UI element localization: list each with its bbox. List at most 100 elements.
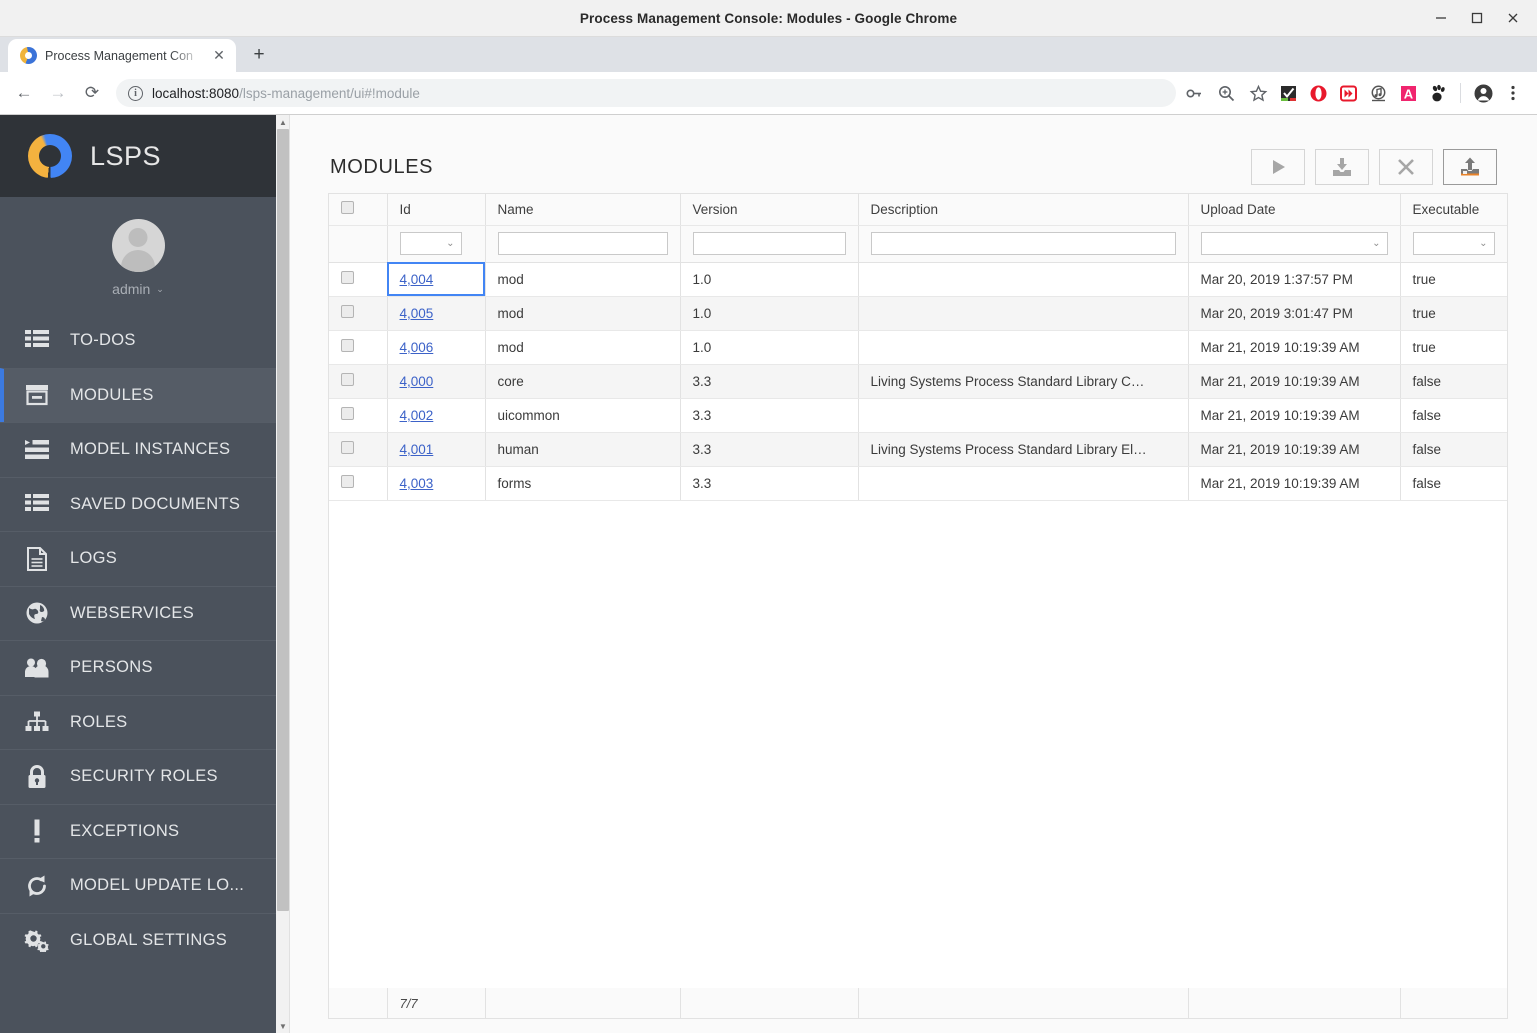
- sidebar-item-security-roles[interactable]: SECURITY ROLES: [0, 749, 276, 804]
- module-id-link[interactable]: 4,006: [400, 340, 434, 355]
- row-select-cell: [329, 262, 388, 297]
- gnome-extension-icon[interactable]: [1424, 79, 1452, 107]
- upload-button[interactable]: [1443, 149, 1497, 185]
- sidebar-item-label: MODEL UPDATE LO...: [70, 876, 245, 895]
- module-id-link[interactable]: 4,002: [400, 408, 434, 423]
- table-row[interactable]: 4,003 forms 3.3 Mar 21, 2019 10:19:39 AM…: [329, 466, 1507, 501]
- cell-id[interactable]: 4,001: [387, 432, 486, 467]
- column-header-version[interactable]: Version: [680, 194, 859, 226]
- letter-a-extension-icon[interactable]: A: [1394, 79, 1422, 107]
- table-row[interactable]: 4,002 uicommon 3.3 Mar 21, 2019 10:19:39…: [329, 398, 1507, 433]
- browser-toolbar: ← → ⟳ i localhost:8080/lsps-management/u…: [0, 72, 1537, 115]
- table-row[interactable]: 4,001 human 3.3 Living Systems Process S…: [329, 432, 1507, 467]
- row-checkbox[interactable]: [341, 407, 354, 420]
- zoom-icon[interactable]: [1212, 79, 1240, 107]
- filter-description-input[interactable]: [870, 232, 1176, 255]
- table-row[interactable]: 4,004 mod 1.0 Mar 20, 2019 1:37:57 PM tr…: [329, 262, 1507, 297]
- chevron-down-icon: ⌄: [1479, 238, 1488, 249]
- column-header-name[interactable]: Name: [485, 194, 681, 226]
- key-icon[interactable]: [1180, 79, 1208, 107]
- table-row[interactable]: 4,006 mod 1.0 Mar 21, 2019 10:19:39 AM t…: [329, 330, 1507, 365]
- main-content: MODULES Id Name Version Description Uplo…: [290, 115, 1537, 1033]
- star-icon[interactable]: [1244, 79, 1272, 107]
- cell-id[interactable]: 4,004: [387, 262, 486, 297]
- music-extension-icon[interactable]: [1364, 79, 1392, 107]
- opera-extension-icon[interactable]: [1304, 79, 1332, 107]
- run-button[interactable]: [1251, 149, 1305, 185]
- download-button[interactable]: [1315, 149, 1369, 185]
- sidebar-item-to-dos[interactable]: TO-DOS: [0, 313, 276, 368]
- sidebar-item-saved-documents[interactable]: SAVED DOCUMENTS: [0, 476, 276, 532]
- window-close-button[interactable]: [1495, 3, 1531, 33]
- sidebar-navigation: TO-DOS MODULES MODEL INSTANCES SAVED DOC…: [0, 313, 276, 1033]
- profile-avatar-icon[interactable]: [1469, 79, 1497, 107]
- row-checkbox[interactable]: [341, 339, 354, 352]
- sidebar-item-model-update-log[interactable]: MODEL UPDATE LO...: [0, 858, 276, 913]
- delete-button[interactable]: [1379, 149, 1433, 185]
- cell-id[interactable]: 4,000: [387, 364, 486, 399]
- module-id-link[interactable]: 4,001: [400, 442, 434, 457]
- checkbox-extension-icon[interactable]: [1274, 79, 1302, 107]
- forward-media-extension-icon[interactable]: [1334, 79, 1362, 107]
- filter-version-input[interactable]: [692, 232, 846, 255]
- reload-icon[interactable]: ⟳: [76, 77, 108, 109]
- module-id-link[interactable]: 4,004: [400, 272, 434, 287]
- filter-id-select[interactable]: ⌄: [399, 232, 462, 255]
- scrollbar-thumb[interactable]: [277, 129, 289, 911]
- table-row[interactable]: 4,005 mod 1.0 Mar 20, 2019 3:01:47 PM tr…: [329, 296, 1507, 331]
- back-icon[interactable]: ←: [8, 77, 40, 109]
- new-tab-button[interactable]: +: [244, 40, 274, 70]
- sidebar-item-logs[interactable]: LOGS: [0, 531, 276, 586]
- sidebar-item-roles[interactable]: ROLES: [0, 694, 276, 750]
- select-all-checkbox[interactable]: [341, 201, 354, 215]
- user-menu[interactable]: admin ⌄: [112, 281, 164, 297]
- filter-upload-date-select[interactable]: ⌄: [1200, 232, 1388, 255]
- cell-id[interactable]: 4,005: [387, 296, 486, 331]
- sidebar-item-model-instances[interactable]: MODEL INSTANCES: [0, 422, 276, 477]
- address-bar[interactable]: i localhost:8080/lsps-management/ui#!mod…: [116, 79, 1176, 107]
- forward-icon[interactable]: →: [42, 77, 74, 109]
- cell-name: core: [485, 364, 681, 399]
- cell-name: forms: [485, 466, 681, 501]
- sidebar-item-webservices[interactable]: WEBSERVICES: [0, 585, 276, 641]
- tab-close-icon[interactable]: ✕: [210, 47, 228, 65]
- cell-name: mod: [485, 262, 681, 297]
- three-dot-menu-icon[interactable]: [1499, 79, 1527, 107]
- module-id-link[interactable]: 4,005: [400, 306, 434, 321]
- window-maximize-button[interactable]: [1459, 3, 1495, 33]
- address-bar-url: localhost:8080/lsps-management/ui#!modul…: [152, 86, 420, 101]
- row-checkbox[interactable]: [341, 305, 354, 318]
- row-checkbox[interactable]: [341, 441, 354, 454]
- list-play-icon: [22, 435, 52, 465]
- row-checkbox[interactable]: [341, 271, 354, 284]
- sidebar-item-persons[interactable]: PERSONS: [0, 640, 276, 695]
- user-profile[interactable]: admin ⌄: [0, 197, 276, 313]
- cell-description: [858, 330, 1189, 365]
- cell-id[interactable]: 4,006: [387, 330, 486, 365]
- cell-upload-date: Mar 21, 2019 10:19:39 AM: [1188, 398, 1401, 433]
- row-checkbox[interactable]: [341, 475, 354, 488]
- row-checkbox[interactable]: [341, 373, 354, 386]
- window-minimize-button[interactable]: [1423, 3, 1459, 33]
- window-title: Process Management Console: Modules - Go…: [579, 10, 958, 26]
- select-all-header: [329, 194, 388, 226]
- site-info-icon[interactable]: i: [128, 85, 143, 101]
- module-id-link[interactable]: 4,003: [400, 476, 434, 491]
- cell-id[interactable]: 4,002: [387, 398, 486, 433]
- filter-name-input[interactable]: [497, 232, 668, 255]
- filter-executable-select[interactable]: ⌄: [1412, 232, 1495, 255]
- column-header-id[interactable]: Id: [387, 194, 486, 226]
- browser-tab[interactable]: Process Management Con ✕: [8, 39, 236, 72]
- column-header-executable[interactable]: Executable: [1400, 194, 1507, 226]
- sidebar-item-global-settings[interactable]: GLOBAL SETTINGS: [0, 912, 276, 968]
- table-row[interactable]: 4,000 core 3.3 Living Systems Process St…: [329, 364, 1507, 399]
- column-header-upload-date[interactable]: Upload Date: [1188, 194, 1401, 226]
- module-id-link[interactable]: 4,000: [400, 374, 434, 389]
- scroll-up-arrow-icon[interactable]: ▲: [276, 115, 290, 129]
- sidebar-scrollbar[interactable]: ▲ ▼: [276, 115, 290, 1033]
- sidebar-item-modules[interactable]: MODULES: [0, 367, 276, 422]
- cell-id[interactable]: 4,003: [387, 466, 486, 501]
- scroll-down-arrow-icon[interactable]: ▼: [276, 1019, 290, 1033]
- sidebar-item-exceptions[interactable]: EXCEPTIONS: [0, 803, 276, 859]
- column-header-description[interactable]: Description: [858, 194, 1189, 226]
